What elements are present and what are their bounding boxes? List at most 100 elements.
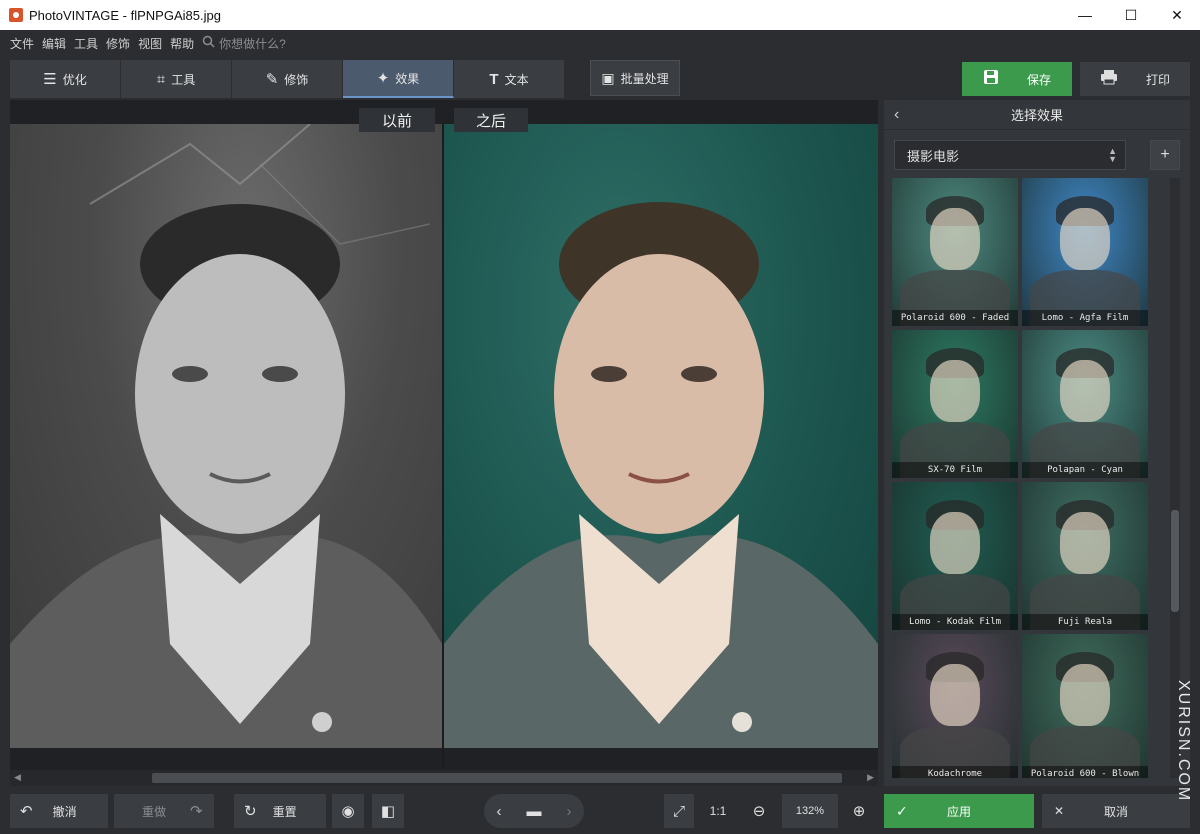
printer-icon [1100, 69, 1118, 90]
effect-thumbnails: Polaroid 600 - Faded Lomo - Agfa Film SX… [892, 178, 1152, 778]
menu-view[interactable]: 视图 [138, 35, 162, 52]
batch-label: 批量处理 [620, 71, 669, 86]
tab-label: 工具 [171, 72, 196, 87]
tab-tools[interactable]: ⌗ 工具 [121, 60, 232, 98]
reset-button[interactable]: ↻ 重置 [234, 794, 326, 828]
batch-process-button[interactable]: ▣ 批量处理 [590, 60, 680, 96]
after-photo [444, 124, 878, 748]
compare-divider[interactable] [442, 124, 444, 770]
effect-name: Polapan - Cyan [1022, 462, 1148, 478]
print-button[interactable]: 打印 [1080, 62, 1190, 96]
save-label: 保存 [1026, 72, 1051, 87]
undo-icon: ↶ [20, 803, 33, 820]
prev-image-icon[interactable]: ‹ [497, 803, 502, 820]
effects-panel: ‹ 选择效果 摄影电影 ▲ ▼ + Polaroid 600 - Faded Lo… [884, 100, 1190, 786]
effect-name: Fuji Reala [1022, 614, 1148, 630]
scroll-left-icon[interactable]: ◀ [14, 772, 21, 783]
sliders-icon: ☰ [43, 71, 57, 88]
print-label: 打印 [1145, 72, 1170, 87]
effect-thumb[interactable]: Polaroid 600 - Blown [1022, 634, 1148, 778]
effect-name: Polaroid 600 - Faded [892, 310, 1018, 326]
next-image-icon[interactable]: › [567, 803, 572, 820]
after-label: 之后 [454, 108, 528, 132]
menu-file[interactable]: 文件 [10, 35, 34, 52]
zoom-out-button[interactable]: ⊖ [744, 794, 774, 828]
close-button[interactable]: ✕ [1154, 0, 1200, 30]
folder-icon[interactable]: ▬ [527, 803, 542, 820]
preview-toggle-button[interactable]: ◉ [332, 794, 364, 828]
close-icon: ✕ [1054, 804, 1065, 818]
effect-thumb[interactable]: SX-70 Film [892, 330, 1018, 478]
zoom-in-button[interactable]: ⊕ [844, 794, 874, 828]
redo-label: 重做 [142, 804, 167, 819]
tab-label: 效果 [395, 71, 420, 86]
effect-name: Kodachrome [892, 766, 1018, 778]
effect-thumb[interactable]: Kodachrome [892, 634, 1018, 778]
search-placeholder: 你想做什么? [219, 36, 286, 51]
menu-retouch[interactable]: 修饰 [106, 35, 130, 52]
redo-icon: ↷ [190, 803, 203, 820]
split-view-icon: ◧ [380, 803, 396, 820]
maximize-button[interactable]: ☐ [1108, 0, 1154, 30]
eye-icon: ◉ [341, 803, 355, 820]
bottom-bar: ↶ 撤消 重做 ↷ ↻ 重置 ◉ ◧ ‹ ▬ › ⤢ 1:1 ⊖ 132% ⊕ … [0, 788, 1200, 834]
undo-button[interactable]: ↶ 撤消 [10, 794, 108, 828]
effect-thumb[interactable]: Lomo - Kodak Film [892, 482, 1018, 630]
effect-thumb[interactable]: Fuji Reala [1022, 482, 1148, 630]
panel-header: ‹ 选择效果 [884, 100, 1190, 130]
crop-icon: ⌗ [156, 70, 166, 88]
zoom-in-icon: ⊕ [852, 803, 866, 820]
apply-button[interactable]: ✓ 应用 [884, 794, 1034, 828]
main-toolbar: ☰ 优化 ⌗ 工具 ✎ 修饰 ✦ 效果 T 文本 [10, 60, 565, 98]
tab-retouch[interactable]: ✎ 修饰 [232, 60, 343, 98]
panel-title: 选择效果 [1010, 108, 1063, 123]
watermark-text: XURISN.COM [1175, 680, 1192, 803]
actual-size-button[interactable]: 1:1 [700, 794, 736, 828]
effect-category-select[interactable]: 摄影电影 ▲ ▼ [894, 140, 1126, 170]
app-logo-icon [9, 8, 23, 22]
minimize-button[interactable]: — [1062, 0, 1108, 30]
tab-effects[interactable]: ✦ 效果 [343, 60, 454, 98]
before-photo [10, 124, 442, 748]
window-title: PhotoVINTAGE - flPNPGAi85.jpg [29, 7, 221, 23]
menu-edit[interactable]: 编辑 [42, 35, 66, 52]
effect-name: Lomo - Kodak Film [892, 614, 1018, 630]
tab-label: 优化 [62, 72, 87, 87]
panel-scroll-thumb[interactable] [1171, 510, 1179, 612]
fit-screen-button[interactable]: ⤢ [664, 794, 694, 828]
reset-label: 重置 [272, 804, 297, 819]
save-button[interactable]: 保存 [962, 62, 1072, 96]
effect-thumb[interactable]: Lomo - Agfa Film [1022, 178, 1148, 326]
reset-icon: ↻ [244, 803, 257, 820]
menu-tools[interactable]: 工具 [74, 35, 98, 52]
cancel-label: 取消 [1103, 804, 1128, 819]
menu-search[interactable]: 你想做什么? [202, 35, 286, 52]
horizontal-scrollbar[interactable]: ◀ ▶ [10, 770, 878, 786]
updown-arrows-icon: ▲ ▼ [1108, 146, 1117, 164]
scroll-right-icon[interactable]: ▶ [867, 772, 874, 783]
before-label: 以前 [359, 108, 435, 132]
tab-text[interactable]: T 文本 [454, 60, 565, 98]
zoom-level-field[interactable]: 132% [782, 794, 838, 828]
tab-enhance[interactable]: ☰ 优化 [10, 60, 121, 98]
back-arrow-icon[interactable]: ‹ [894, 106, 899, 124]
fit-screen-icon: ⤢ [672, 802, 685, 820]
menu-bar: 文件 编辑 工具 修饰 视图 帮助 你想做什么? [0, 30, 1200, 56]
effect-thumb[interactable]: Polapan - Cyan [1022, 330, 1148, 478]
effect-thumb[interactable]: Polaroid 600 - Faded [892, 178, 1018, 326]
scroll-thumb[interactable] [152, 773, 842, 783]
brush-icon: ✎ [265, 71, 279, 88]
zoom-out-icon: ⊖ [752, 803, 766, 820]
text-icon: T [489, 70, 499, 88]
add-effect-button[interactable]: + [1150, 140, 1180, 170]
redo-button[interactable]: 重做 ↷ [114, 794, 214, 828]
images-icon: ▣ [601, 69, 615, 86]
effect-name: SX-70 Film [892, 462, 1018, 478]
select-value: 摄影电影 [907, 148, 960, 164]
ratio-label: 1:1 [709, 804, 727, 818]
photo-canvas[interactable]: 以前 之后 [10, 100, 878, 770]
search-icon [202, 35, 215, 51]
menu-help[interactable]: 帮助 [170, 35, 194, 52]
wand-icon: ✦ [376, 70, 390, 87]
compare-view-button[interactable]: ◧ [372, 794, 404, 828]
